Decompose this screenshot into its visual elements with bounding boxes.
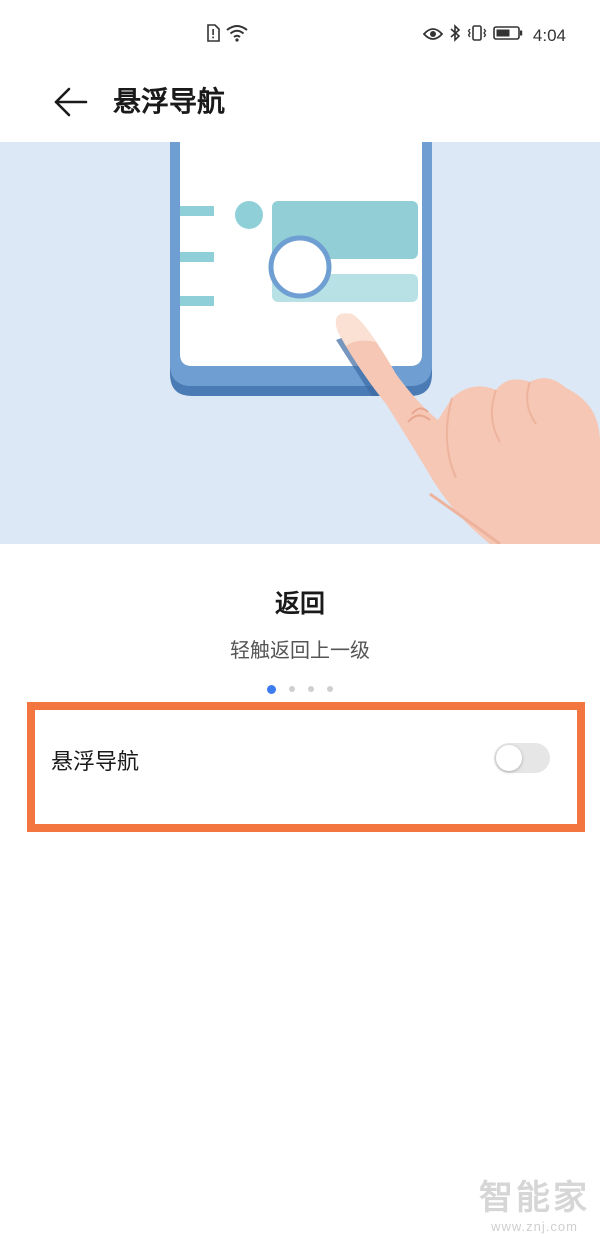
watermark-title: 智能家 — [479, 1178, 590, 1218]
page-dot[interactable] — [308, 686, 314, 692]
status-time: 4:04 — [532, 25, 566, 45]
back-button[interactable] — [46, 80, 94, 128]
watermark-url: www.znj.com — [491, 1219, 578, 1234]
setting-label: 悬浮导航 — [51, 750, 140, 775]
floating-nav-setting-row[interactable]: 悬浮导航 — [35, 710, 577, 824]
tutorial-description: 轻触返回上一级 — [230, 638, 370, 662]
status-bar: 4:04 — [0, 0, 600, 70]
header: 悬浮导航 — [0, 70, 600, 142]
arrow-left-icon — [52, 86, 88, 122]
page-indicator — [0, 685, 600, 694]
eye-comfort-icon — [422, 26, 444, 46]
status-right-icons: 4:04 — [422, 24, 566, 47]
wifi-icon — [226, 24, 248, 46]
page-dot[interactable] — [327, 686, 333, 692]
watermark: 智能家 www.znj.com — [479, 1170, 590, 1234]
floating-nav-toggle[interactable] — [494, 743, 550, 773]
status-left-icons — [206, 24, 248, 46]
toggle-knob — [496, 745, 522, 771]
tap-back-illustration-icon — [170, 142, 600, 544]
page-title: 悬浮导航 — [113, 85, 226, 118]
gesture-illustration — [0, 142, 600, 544]
sim-alert-icon — [206, 24, 220, 46]
tutorial-title: 返回 — [274, 589, 325, 618]
page-dot-active[interactable] — [267, 685, 276, 694]
vibrate-icon — [467, 24, 487, 47]
battery-icon — [493, 25, 523, 46]
bluetooth-icon — [449, 24, 461, 47]
page-dot[interactable] — [289, 686, 295, 692]
